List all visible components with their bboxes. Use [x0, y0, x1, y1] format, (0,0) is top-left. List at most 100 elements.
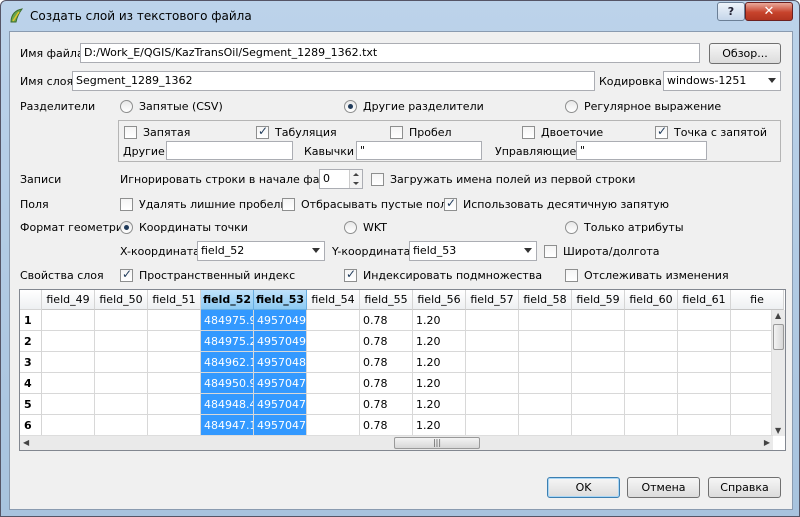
sample-data-table[interactable]: field_49 field_50 field_51 field_52 field_53… [19, 289, 786, 451]
table-cell[interactable]: 484975.21 [201, 331, 254, 352]
table-cell[interactable] [307, 373, 360, 394]
column-header-field_51[interactable]: field_51 [148, 290, 201, 310]
row-header[interactable]: 1 [20, 310, 42, 331]
table-cell[interactable]: 484975.90 [201, 310, 254, 331]
check-space[interactable] [390, 126, 403, 139]
column-header-field_61[interactable]: field_61 [678, 290, 731, 310]
row-header[interactable]: 3 [20, 352, 42, 373]
title-bar[interactable]: Создать слой из текстового файла ? ✕ [1, 1, 799, 31]
radio-regexp[interactable] [565, 100, 578, 113]
encoding-select[interactable]: windows-1251 [663, 71, 781, 91]
table-cell[interactable]: 4957047.72 [254, 373, 307, 394]
horizontal-scroll-thumb[interactable]: ||| [394, 437, 480, 449]
row-header[interactable]: 5 [20, 394, 42, 415]
table-cell[interactable] [519, 373, 572, 394]
table-cell[interactable] [519, 415, 572, 436]
column-header-fie[interactable]: fie [731, 290, 784, 310]
table-cell[interactable] [95, 310, 148, 331]
table-cell[interactable]: 1.20 [413, 394, 466, 415]
scroll-left-icon[interactable]: ◀ [23, 438, 29, 447]
check-trim[interactable] [120, 198, 133, 211]
table-cell[interactable] [572, 331, 625, 352]
table-cell[interactable] [148, 373, 201, 394]
table-cell[interactable] [307, 331, 360, 352]
title-help-button[interactable]: ? [717, 2, 745, 21]
column-header-field_60[interactable]: field_60 [625, 290, 678, 310]
cancel-button[interactable]: Отмена [627, 477, 700, 498]
column-header-field_54[interactable]: field_54 [307, 290, 360, 310]
check-colon[interactable] [522, 126, 535, 139]
table-cell[interactable] [148, 331, 201, 352]
table-cell[interactable] [466, 352, 519, 373]
table-cell[interactable]: 0.78 [360, 373, 413, 394]
check-tab[interactable] [256, 124, 269, 139]
table-cell[interactable] [42, 352, 95, 373]
table-cell[interactable] [466, 394, 519, 415]
table-cell[interactable]: 1.20 [413, 352, 466, 373]
table-cell[interactable]: 0.78 [360, 310, 413, 331]
table-cell[interactable]: 4957049.73 [254, 310, 307, 331]
table-cell[interactable] [42, 394, 95, 415]
table-cell[interactable]: 484962.18 [201, 352, 254, 373]
radio-csv[interactable] [120, 100, 133, 113]
table-cell[interactable] [572, 352, 625, 373]
table-cell[interactable] [466, 310, 519, 331]
scroll-up-icon[interactable]: ▲ [775, 311, 781, 320]
x-field-select[interactable]: field_52 [197, 241, 325, 261]
table-cell[interactable] [95, 415, 148, 436]
column-header-field_53[interactable]: field_53 [254, 290, 307, 310]
other-delimiters-input[interactable] [166, 141, 293, 160]
table-cell[interactable] [678, 331, 731, 352]
table-cell[interactable]: 1.20 [413, 310, 466, 331]
scroll-right-icon[interactable]: ▶ [764, 438, 770, 447]
table-cell[interactable] [466, 415, 519, 436]
table-cell[interactable] [678, 352, 731, 373]
spin-up-icon[interactable] [349, 170, 362, 179]
table-cell[interactable] [625, 415, 678, 436]
table-cell[interactable]: 484950.90 [201, 373, 254, 394]
table-cell[interactable]: 1.20 [413, 373, 466, 394]
table-cell[interactable] [572, 373, 625, 394]
radio-other-delimiters[interactable] [344, 100, 357, 113]
table-cell[interactable] [519, 331, 572, 352]
table-cell[interactable]: 484948.47 [201, 394, 254, 415]
table-cell[interactable] [95, 331, 148, 352]
table-cell[interactable] [625, 373, 678, 394]
table-cell[interactable]: 4957047.52 [254, 394, 307, 415]
table-cell[interactable]: 0.78 [360, 331, 413, 352]
table-cell[interactable] [678, 394, 731, 415]
browse-button[interactable]: Обзор... [709, 43, 781, 64]
column-header-field_50[interactable]: field_50 [95, 290, 148, 310]
table-cell[interactable] [95, 352, 148, 373]
table-cell[interactable]: 484947.10 [201, 415, 254, 436]
table-cell[interactable] [42, 310, 95, 331]
table-cell[interactable] [307, 310, 360, 331]
y-field-select[interactable]: field_53 [409, 241, 537, 261]
table-cell[interactable] [307, 415, 360, 436]
horizontal-scrollbar[interactable]: ◀ ||| ▶ [20, 435, 773, 450]
table-cell[interactable] [625, 352, 678, 373]
table-cell[interactable]: 0.78 [360, 415, 413, 436]
table-cell[interactable] [519, 394, 572, 415]
table-cell[interactable] [307, 394, 360, 415]
table-cell[interactable] [678, 373, 731, 394]
spin-down-icon[interactable] [349, 179, 362, 188]
table-cell[interactable] [625, 394, 678, 415]
close-button[interactable]: ✕ [745, 2, 793, 21]
help-button[interactable]: Справка [708, 477, 781, 498]
table-cell[interactable] [625, 331, 678, 352]
row-header[interactable]: 6 [20, 415, 42, 436]
column-header-field_52[interactable]: field_52 [201, 290, 254, 310]
table-cell[interactable]: 4957047.41 [254, 415, 307, 436]
table-cell[interactable] [42, 373, 95, 394]
table-cell[interactable] [572, 415, 625, 436]
table-cell[interactable] [519, 352, 572, 373]
row-header[interactable]: 4 [20, 373, 42, 394]
table-cell[interactable] [519, 310, 572, 331]
table-cell[interactable] [678, 310, 731, 331]
table-cell[interactable] [95, 394, 148, 415]
column-header-field_59[interactable]: field_59 [572, 290, 625, 310]
check-semicolon[interactable] [655, 124, 668, 139]
check-subset-index[interactable] [344, 267, 357, 282]
escape-input[interactable]: " [576, 141, 707, 160]
